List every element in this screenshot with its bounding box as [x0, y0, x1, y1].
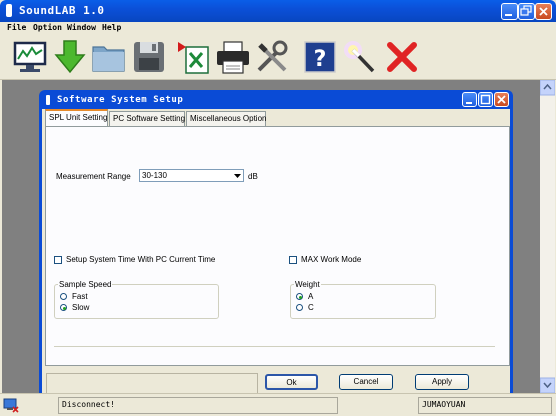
maximize-icon: [480, 94, 491, 105]
weight-caption: Weight: [294, 280, 321, 289]
menu-window[interactable]: Window: [67, 23, 96, 32]
tab-panel: Measurement Range 30-130 dB Setup System…: [45, 126, 510, 366]
dialog-title: Software System Setup: [57, 95, 184, 105]
minimize-icon: [466, 102, 472, 104]
restore-icon: [520, 5, 532, 16]
svg-text:?: ?: [314, 47, 327, 72]
tab-miscellaneous-option[interactable]: Miscellaneous Option: [186, 111, 266, 126]
menu-help[interactable]: Help: [102, 23, 121, 32]
max-mode-checkbox[interactable]: [289, 256, 297, 264]
dialog-minimize-button[interactable]: [462, 92, 477, 107]
excel-export-icon[interactable]: [176, 39, 212, 75]
dialog-body: SPL Unit Setting PC Software Setting Mis…: [42, 109, 510, 393]
magic-wand-icon[interactable]: [341, 39, 377, 75]
dialog-maximize-button[interactable]: [478, 92, 493, 107]
minimize-button[interactable]: [501, 3, 518, 20]
app-titlebar: SoundLAB 1.0: [0, 0, 556, 22]
max-mode-label: MAX Work Mode: [301, 255, 362, 264]
close-icon: [539, 7, 548, 16]
vertical-scrollbar[interactable]: [539, 79, 556, 394]
printer-icon[interactable]: [215, 39, 251, 75]
radio-fast[interactable]: [60, 293, 67, 300]
dialog-status-area: [46, 373, 258, 393]
separator: [54, 346, 495, 347]
tools-icon[interactable]: [254, 39, 290, 75]
radio-slow-label: Slow: [72, 303, 90, 312]
app-title: SoundLAB 1.0: [19, 4, 105, 17]
soundlab-window: SoundLAB 1.0 File Option Window Help ? S…: [0, 0, 556, 416]
tab-pc-software-setting[interactable]: PC Software Setting: [109, 111, 185, 126]
sample-speed-group: Sample Speed Fast Slow: [54, 280, 219, 319]
connection-icon: [3, 397, 19, 413]
monitor-icon[interactable]: [12, 39, 48, 75]
tab-spl-unit-setting[interactable]: SPL Unit Setting: [45, 109, 108, 126]
ok-button[interactable]: Ok: [265, 374, 318, 390]
minimize-icon: [505, 14, 512, 16]
apply-button[interactable]: Apply: [415, 374, 469, 390]
menu-option[interactable]: Option: [33, 23, 62, 32]
sample-speed-caption: Sample Speed: [58, 280, 113, 289]
download-arrow-icon[interactable]: [52, 39, 88, 75]
cancel-button[interactable]: Cancel: [339, 374, 393, 390]
close-button[interactable]: [535, 3, 552, 20]
status-bar: Disconnect! JUMAOYUAN: [0, 393, 556, 416]
radio-fast-label: Fast: [72, 292, 88, 301]
connection-status: Disconnect!: [58, 397, 338, 414]
setup-time-checkbox[interactable]: [54, 256, 62, 264]
weight-group: Weight A C: [290, 280, 436, 319]
measurement-range-unit: dB: [248, 172, 258, 181]
measurement-range-value: 30-130: [142, 171, 167, 180]
radio-weight-c-label: C: [308, 303, 314, 312]
radio-weight-a[interactable]: [296, 293, 303, 300]
menu-file[interactable]: File: [7, 23, 26, 32]
restore-button[interactable]: [518, 3, 535, 20]
toolbar: ?: [0, 36, 556, 80]
radio-slow[interactable]: [60, 304, 67, 311]
setup-dialog: Software System Setup SPL Unit Setting P…: [39, 90, 513, 393]
dialog-icon: [46, 95, 50, 105]
save-icon[interactable]: [131, 39, 167, 75]
dialog-close-button[interactable]: [494, 92, 509, 107]
setup-time-label: Setup System Time With PC Current Time: [66, 255, 216, 264]
close-icon: [497, 95, 506, 104]
help-icon[interactable]: ?: [302, 39, 338, 75]
menu-bar: File Option Window Help: [0, 22, 556, 36]
radio-weight-a-label: A: [308, 292, 314, 301]
measurement-range-label: Measurement Range: [56, 172, 131, 181]
exit-icon[interactable]: [384, 39, 420, 75]
radio-weight-c[interactable]: [296, 304, 303, 311]
folder-icon[interactable]: [91, 39, 127, 75]
app-icon: [6, 4, 12, 17]
measurement-range-select[interactable]: 30-130: [139, 169, 244, 182]
user-status: JUMAOYUAN: [418, 397, 552, 414]
chevron-down-icon: [234, 174, 241, 178]
